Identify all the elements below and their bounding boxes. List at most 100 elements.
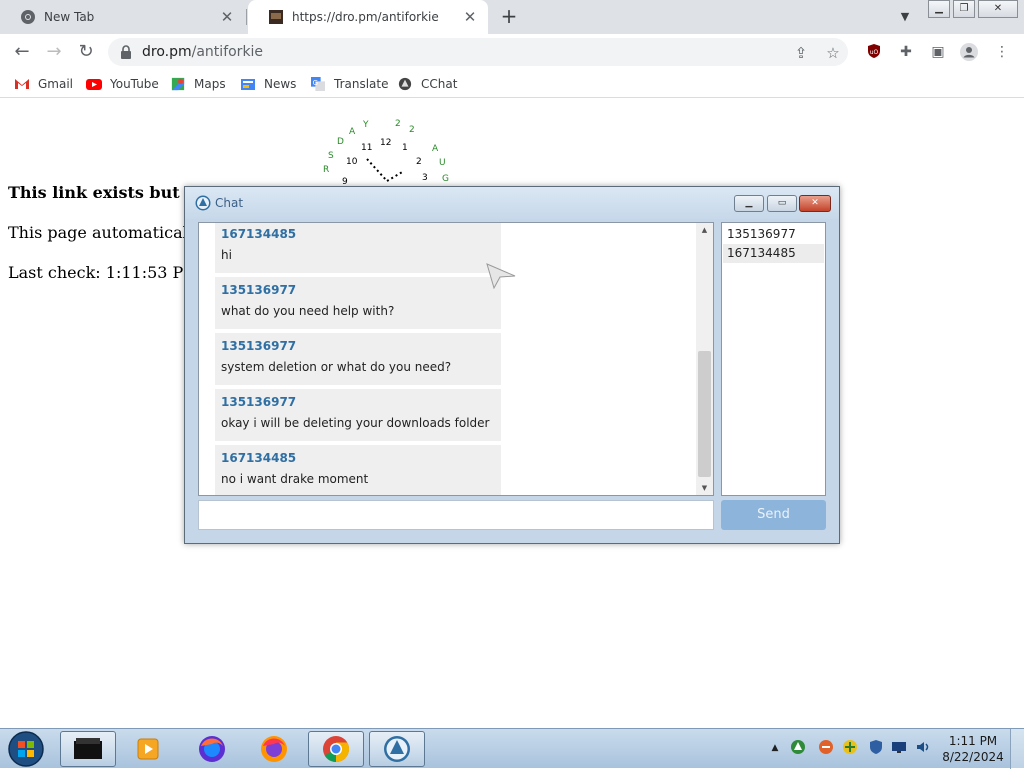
tab-strip: New Tab ✕ https://dro.pm/antiforkie ✕ + … bbox=[0, 0, 1024, 34]
message-input[interactable] bbox=[198, 500, 714, 530]
taskbar: ▲ 1:11 PM 8/22/2024 bbox=[0, 728, 1024, 769]
reload-button[interactable]: ↻ bbox=[74, 40, 98, 64]
tab-antiforkie[interactable]: https://dro.pm/antiforkie ✕ bbox=[248, 0, 488, 34]
terminal-icon bbox=[74, 738, 102, 759]
network-monitor-icon[interactable] bbox=[890, 739, 908, 757]
clock-label: A bbox=[432, 144, 439, 154]
restore-window-button[interactable]: ❐ bbox=[953, 0, 975, 18]
clock-label: 1 bbox=[402, 143, 408, 153]
message-sender: 167134485 bbox=[221, 227, 297, 241]
tab-new-tab[interactable]: New Tab ✕ bbox=[0, 0, 245, 34]
close-tab-icon[interactable]: ✕ bbox=[219, 9, 235, 25]
mouse-pointer-icon bbox=[486, 263, 516, 289]
taskbar-terminal[interactable] bbox=[60, 731, 116, 767]
news-icon bbox=[241, 79, 255, 90]
close-tab-icon[interactable]: ✕ bbox=[462, 9, 478, 25]
clock-label: U bbox=[439, 158, 446, 168]
show-hidden-icons-icon[interactable]: ▲ bbox=[766, 739, 784, 757]
bookmark-news[interactable]: News bbox=[240, 75, 296, 93]
user-list-item[interactable]: 135136977 bbox=[723, 225, 824, 244]
tray-app-icon[interactable] bbox=[817, 739, 835, 757]
clock-hands bbox=[366, 158, 405, 182]
security-shield-icon[interactable] bbox=[867, 739, 885, 757]
message-sender: 135136977 bbox=[221, 395, 297, 409]
profile-avatar-icon[interactable] bbox=[960, 43, 978, 61]
bookmark-gmail[interactable]: Gmail bbox=[14, 75, 73, 93]
scrollbar-thumb[interactable] bbox=[698, 351, 711, 477]
tab-title: New Tab bbox=[44, 10, 95, 24]
bookmark-translate[interactable]: G Translate bbox=[310, 75, 389, 93]
clock-label: 11 bbox=[361, 143, 373, 153]
media-player-icon bbox=[137, 738, 159, 760]
bookmark-cchat[interactable]: CChat bbox=[397, 75, 457, 93]
bookmark-label: Maps bbox=[194, 77, 226, 91]
kebab-menu-icon[interactable]: ⋮ bbox=[993, 43, 1011, 61]
start-button-icon[interactable] bbox=[6, 730, 46, 768]
clock-label: 2 bbox=[416, 157, 422, 167]
message-item: 135136977 system deletion or what do you… bbox=[215, 333, 501, 385]
scroll-up-icon[interactable]: ▲ bbox=[696, 223, 713, 237]
new-tab-button[interactable]: + bbox=[497, 5, 521, 29]
message-item: 167134485 no i want drake moment bbox=[215, 445, 501, 495]
clock-label: 10 bbox=[346, 157, 358, 167]
message-list[interactable]: 167134485 hi 135136977 what do you need … bbox=[198, 222, 714, 496]
bookmark-label: YouTube bbox=[110, 77, 159, 91]
bookmark-star-icon[interactable]: ☆ bbox=[824, 44, 842, 62]
bookmark-maps[interactable]: Maps bbox=[170, 75, 226, 93]
taskbar-cchat[interactable] bbox=[369, 731, 425, 767]
clock-time: 1:11 PM bbox=[948, 734, 998, 748]
close-button[interactable]: ✕ bbox=[799, 195, 831, 212]
side-panel-icon[interactable]: ▣ bbox=[929, 43, 947, 61]
chevron-down-icon[interactable]: ▼ bbox=[894, 6, 916, 28]
minimize-window-button[interactable]: ▁ bbox=[928, 0, 950, 18]
clock-label: R bbox=[323, 165, 330, 175]
show-desktop-button[interactable] bbox=[1010, 729, 1024, 769]
tray-update-icon[interactable] bbox=[841, 739, 859, 757]
taskbar-firefox[interactable] bbox=[246, 731, 302, 767]
back-button[interactable]: ← bbox=[10, 40, 34, 64]
send-button[interactable]: Send bbox=[721, 500, 826, 530]
extensions-icon[interactable]: ✚ bbox=[897, 43, 915, 61]
system-clock[interactable]: 1:11 PM 8/22/2024 bbox=[940, 733, 1006, 765]
share-icon[interactable]: ⇪ bbox=[792, 44, 810, 62]
taskbar-media-player[interactable] bbox=[120, 731, 176, 767]
translate-icon: G bbox=[311, 77, 325, 91]
lock-icon bbox=[121, 45, 131, 59]
message-text: okay i will be deleting your downloads f… bbox=[221, 416, 490, 430]
ublock-icon[interactable]: uO bbox=[865, 43, 883, 61]
user-list-item[interactable]: 167134485 bbox=[723, 244, 824, 263]
bookmark-youtube[interactable]: YouTube bbox=[86, 75, 159, 93]
bookmark-label: Gmail bbox=[38, 77, 74, 91]
clock-label: S bbox=[328, 151, 334, 161]
clock-label: Y bbox=[363, 120, 369, 130]
forward-button[interactable]: → bbox=[42, 40, 66, 64]
clock-label: A bbox=[349, 127, 356, 137]
scroll-down-icon[interactable]: ▼ bbox=[696, 481, 713, 495]
minimize-button[interactable]: ▁ bbox=[734, 195, 764, 212]
maximize-button[interactable]: ▭ bbox=[767, 195, 797, 212]
letter-clock: A Y 2 2 D 11 12 1 A S 10 2 U R 3 G 9 bbox=[318, 115, 458, 187]
bookmarks-bar: Gmail YouTube Maps News G Translate CCha… bbox=[0, 70, 1024, 98]
message-scrollbar[interactable]: ▲ ▼ bbox=[696, 223, 713, 495]
clock-date: 8/22/2024 bbox=[942, 750, 1004, 764]
message-text: what do you need help with? bbox=[221, 304, 395, 318]
address-bar[interactable]: dro.pm/antiforkie ⇪ ☆ bbox=[108, 38, 848, 66]
cchat-tray-icon[interactable] bbox=[789, 739, 807, 757]
taskbar-firefox-dev[interactable] bbox=[184, 731, 240, 767]
volume-icon[interactable] bbox=[914, 739, 932, 757]
url-path: /antiforkie bbox=[191, 44, 264, 60]
message-sender: 135136977 bbox=[221, 339, 297, 353]
chat-title: Chat bbox=[215, 196, 244, 210]
taskbar-chrome[interactable] bbox=[308, 731, 364, 767]
site-favicon-icon bbox=[269, 10, 283, 24]
clock-label: 2 bbox=[395, 119, 401, 129]
message-item: 135136977 okay i will be deleting your d… bbox=[215, 389, 501, 441]
message-sender: 135136977 bbox=[221, 283, 297, 297]
cchat-app-icon bbox=[195, 195, 211, 211]
bookmark-label: News bbox=[264, 77, 297, 91]
tab-title: https://dro.pm/antiforkie bbox=[292, 10, 439, 24]
close-window-button[interactable]: ✕ bbox=[978, 0, 1018, 18]
message-text: system deletion or what do you need? bbox=[221, 360, 452, 374]
cchat-app-icon bbox=[384, 736, 410, 762]
message-sender: 167134485 bbox=[221, 451, 297, 465]
